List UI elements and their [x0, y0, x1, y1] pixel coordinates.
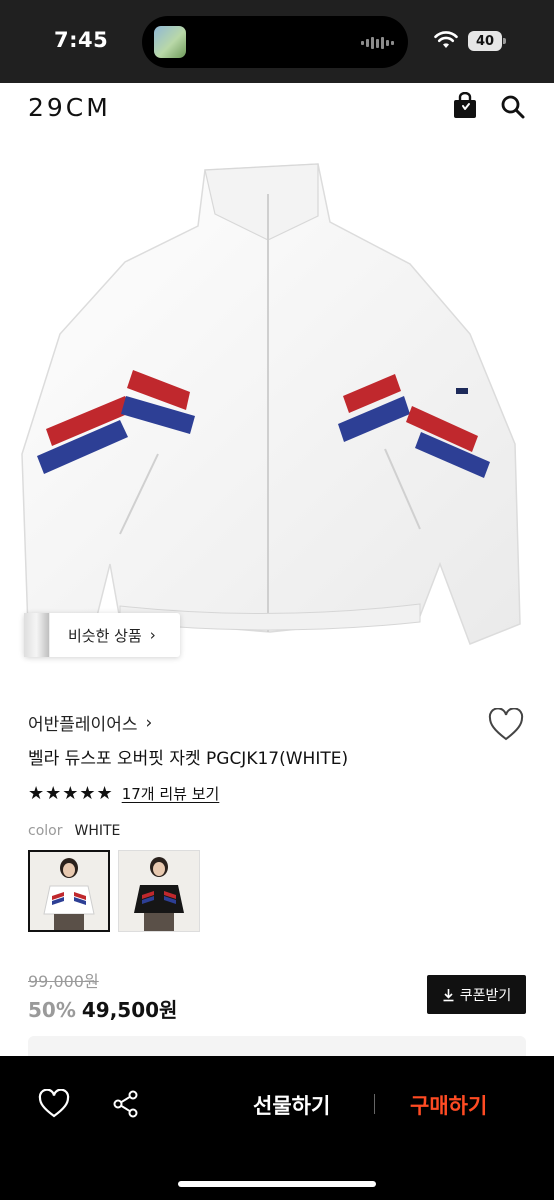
color-swatch-white[interactable] [28, 850, 110, 932]
color-swatch-black[interactable] [118, 850, 200, 932]
gift-button[interactable]: 선물하기 [253, 1090, 330, 1120]
swatch-model-black [119, 851, 199, 931]
chevron-right-icon: › [149, 626, 156, 644]
discount-rate: 50% [28, 998, 76, 1022]
similar-products-label: 비슷한 상품 [68, 626, 142, 645]
audio-wave-icon [361, 37, 394, 49]
logo[interactable]: 29CM [28, 93, 111, 122]
original-price: 99,000원 [28, 972, 99, 991]
status-time: 7:45 [54, 28, 109, 52]
search-icon[interactable] [500, 94, 526, 120]
chevron-right-icon: › [145, 712, 153, 733]
similar-products-button[interactable]: 비슷한 상품 › [24, 613, 180, 657]
swatch-model-white [30, 852, 108, 930]
jacket-illustration [21, 163, 521, 645]
price-row: 50% 49,500원 [28, 994, 177, 1023]
review-link[interactable]: 17개 리뷰 보기 [122, 783, 220, 804]
brand-name: 어반플레이어스 [28, 715, 138, 735]
status-bar: 7:45 40 [0, 0, 554, 83]
home-indicator [178, 1181, 376, 1187]
rating-row: ★★★★★ 17개 리뷰 보기 [28, 783, 219, 804]
color-option: color WHITE [28, 823, 120, 839]
now-playing-thumbnail [154, 26, 186, 58]
bag-icon[interactable] [452, 92, 478, 120]
download-icon [443, 988, 454, 1001]
coupon-label: 쿠폰받기 [459, 987, 512, 1004]
product-name: 벨라 듀스포 오버핏 자켓 PGCJK17(WHITE) [28, 749, 349, 769]
buy-button[interactable]: 구매하기 [410, 1090, 487, 1120]
divider [374, 1094, 375, 1114]
bottom-action-bar [0, 1056, 554, 1200]
similar-product-thumbnail [24, 613, 50, 657]
heart-icon[interactable] [488, 708, 524, 742]
dynamic-island[interactable] [142, 16, 408, 68]
brand-link[interactable]: 어반플레이어스 › [28, 710, 153, 736]
color-value: WHITE [74, 823, 121, 839]
product-image[interactable] [0, 144, 554, 674]
heart-icon[interactable] [38, 1089, 70, 1119]
rating-stars-icon: ★★★★★ [28, 783, 114, 804]
coupon-button[interactable]: 쿠폰받기 [427, 975, 526, 1014]
wifi-icon [434, 31, 458, 48]
color-label: color [28, 823, 63, 839]
sale-price: 49,500원 [81, 998, 178, 1022]
battery-icon: 40 [468, 31, 506, 51]
share-icon[interactable] [112, 1090, 140, 1118]
